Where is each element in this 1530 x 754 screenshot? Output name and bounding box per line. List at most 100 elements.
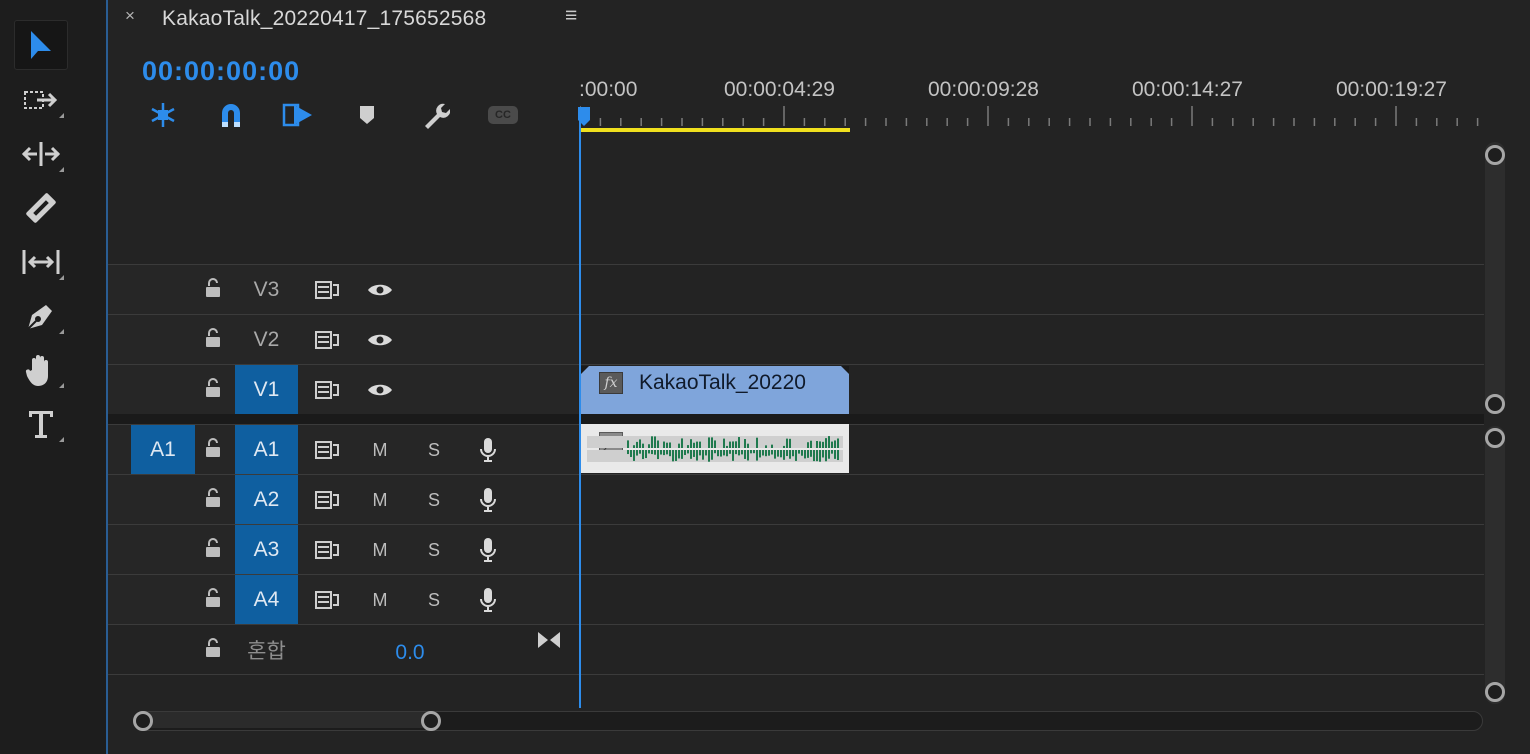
playhead-timecode[interactable]: 00:00:00:00	[142, 56, 300, 87]
razor-tool[interactable]	[14, 184, 68, 232]
mute-button[interactable]: M	[368, 575, 392, 625]
audio-clip[interactable]: fx	[581, 424, 849, 473]
waveform-bar	[801, 450, 803, 456]
waveform-bar	[714, 440, 716, 448]
solo-button[interactable]: S	[422, 575, 446, 625]
timeline-settings-button[interactable]	[418, 100, 452, 130]
video-audio-divider[interactable]	[108, 414, 1484, 424]
sync-lock-button[interactable]	[313, 575, 341, 625]
track-header: A1 A1 M S	[108, 425, 578, 475]
voice-over-record-button[interactable]	[476, 425, 500, 475]
add-marker-button[interactable]	[350, 100, 384, 130]
track-header: 혼합 0.0	[108, 625, 578, 675]
voice-over-record-button[interactable]	[476, 575, 500, 625]
sync-lock-button[interactable]	[313, 315, 341, 365]
track-select-tool[interactable]	[14, 76, 68, 124]
solo-button[interactable]: S	[422, 525, 446, 575]
track-target-toggle[interactable]: V1	[235, 365, 298, 415]
video-clip[interactable]: fx KakaoTalk_20220	[581, 366, 849, 414]
lock-open-icon[interactable]	[205, 488, 221, 508]
video-track-v3[interactable]: V3	[108, 264, 1484, 315]
ripple-edit-tool[interactable]	[14, 130, 68, 178]
scroll-handle[interactable]	[1485, 394, 1505, 414]
audio-track-a4[interactable]: A4 M S	[108, 574, 1484, 625]
track-select-icon	[24, 91, 58, 109]
video-track-v2[interactable]: V2	[108, 314, 1484, 365]
lock-open-icon[interactable]	[205, 328, 221, 348]
track-target-toggle[interactable]: V2	[235, 315, 298, 365]
close-tab-button[interactable]: ×	[125, 6, 135, 26]
mute-button[interactable]: M	[368, 425, 392, 475]
lock-open-icon[interactable]	[205, 278, 221, 298]
sync-lock-button[interactable]	[313, 265, 341, 315]
audio-track-scrollbar[interactable]	[1485, 426, 1505, 704]
selection-tool[interactable]	[14, 20, 68, 70]
track-target-toggle[interactable]: A1	[235, 425, 298, 475]
nest-toggle-button[interactable]	[146, 100, 180, 130]
lock-open-icon[interactable]	[205, 588, 221, 608]
captions-button[interactable]: CC	[486, 100, 520, 130]
mix-track[interactable]: 혼합 0.0	[108, 624, 1484, 675]
mute-button[interactable]: M	[368, 525, 392, 575]
time-ruler[interactable]	[580, 104, 1480, 132]
zoom-handle-right[interactable]	[421, 711, 441, 731]
mix-volume-value[interactable]: 0.0	[378, 628, 442, 678]
audio-track-a3[interactable]: A3 M S	[108, 524, 1484, 575]
zoom-scroll-thumb[interactable]	[143, 712, 431, 728]
waveform-bar	[804, 450, 806, 459]
video-track-scrollbar[interactable]	[1485, 142, 1505, 414]
track-target-toggle[interactable]: A3	[235, 525, 298, 575]
sequence-tab-title[interactable]: KakaoTalk_20220417_175652568	[162, 7, 486, 31]
panel-menu-button[interactable]: ≡	[565, 4, 577, 28]
track-target-toggle[interactable]: A2	[235, 475, 298, 525]
toggle-track-output-button[interactable]	[366, 365, 394, 415]
scroll-handle[interactable]	[1485, 145, 1505, 165]
sync-lock-icon	[315, 441, 339, 459]
playhead-line[interactable]	[579, 108, 581, 708]
lock-open-icon[interactable]	[205, 438, 221, 458]
razor-icon	[26, 193, 56, 223]
voice-over-record-button[interactable]	[476, 525, 500, 575]
track-divider	[108, 674, 1484, 675]
track-target-toggle[interactable]: A4	[235, 575, 298, 625]
pen-tool[interactable]	[14, 292, 68, 340]
source-patch-a1[interactable]: A1	[131, 425, 195, 475]
mute-button[interactable]: M	[368, 475, 392, 525]
waveform-bar	[810, 450, 812, 457]
waveform-bar	[738, 437, 740, 448]
waveform-bar	[732, 441, 734, 448]
scroll-handle[interactable]	[1485, 428, 1505, 448]
audio-track-a2[interactable]: A2 M S	[108, 474, 1484, 525]
waveform-bar	[639, 450, 641, 454]
solo-button[interactable]: S	[422, 475, 446, 525]
sync-lock-button[interactable]	[313, 365, 341, 415]
toggle-track-output-button[interactable]	[366, 265, 394, 315]
sync-lock-button[interactable]	[313, 475, 341, 525]
waveform-bar	[636, 441, 638, 448]
waveform-bar	[678, 450, 680, 459]
linked-selection-button[interactable]	[281, 100, 315, 130]
sync-lock-button[interactable]	[313, 425, 341, 475]
tools-panel	[0, 0, 107, 754]
ruler-label: 00:00:14:27	[1132, 78, 1243, 101]
hand-tool[interactable]	[14, 346, 68, 394]
type-tool[interactable]	[14, 400, 68, 448]
slip-tool[interactable]	[14, 238, 68, 286]
scroll-handle[interactable]	[1485, 682, 1505, 702]
snap-button[interactable]	[214, 100, 248, 130]
zoom-handle-left[interactable]	[133, 711, 153, 731]
work-area-bar[interactable]	[580, 128, 850, 132]
lock-open-icon[interactable]	[205, 378, 221, 398]
collapse-tracks-button[interactable]	[534, 615, 564, 665]
waveform-bar	[642, 450, 644, 460]
toggle-track-output-button[interactable]	[366, 315, 394, 365]
fx-badge[interactable]: fx	[599, 372, 623, 394]
lock-open-icon[interactable]	[205, 638, 221, 658]
track-target-toggle[interactable]: V3	[235, 265, 298, 315]
waveform-bar	[669, 450, 671, 457]
microphone-icon	[480, 588, 496, 612]
voice-over-record-button[interactable]	[476, 475, 500, 525]
solo-button[interactable]: S	[422, 425, 446, 475]
lock-open-icon[interactable]	[205, 538, 221, 558]
sync-lock-button[interactable]	[313, 525, 341, 575]
